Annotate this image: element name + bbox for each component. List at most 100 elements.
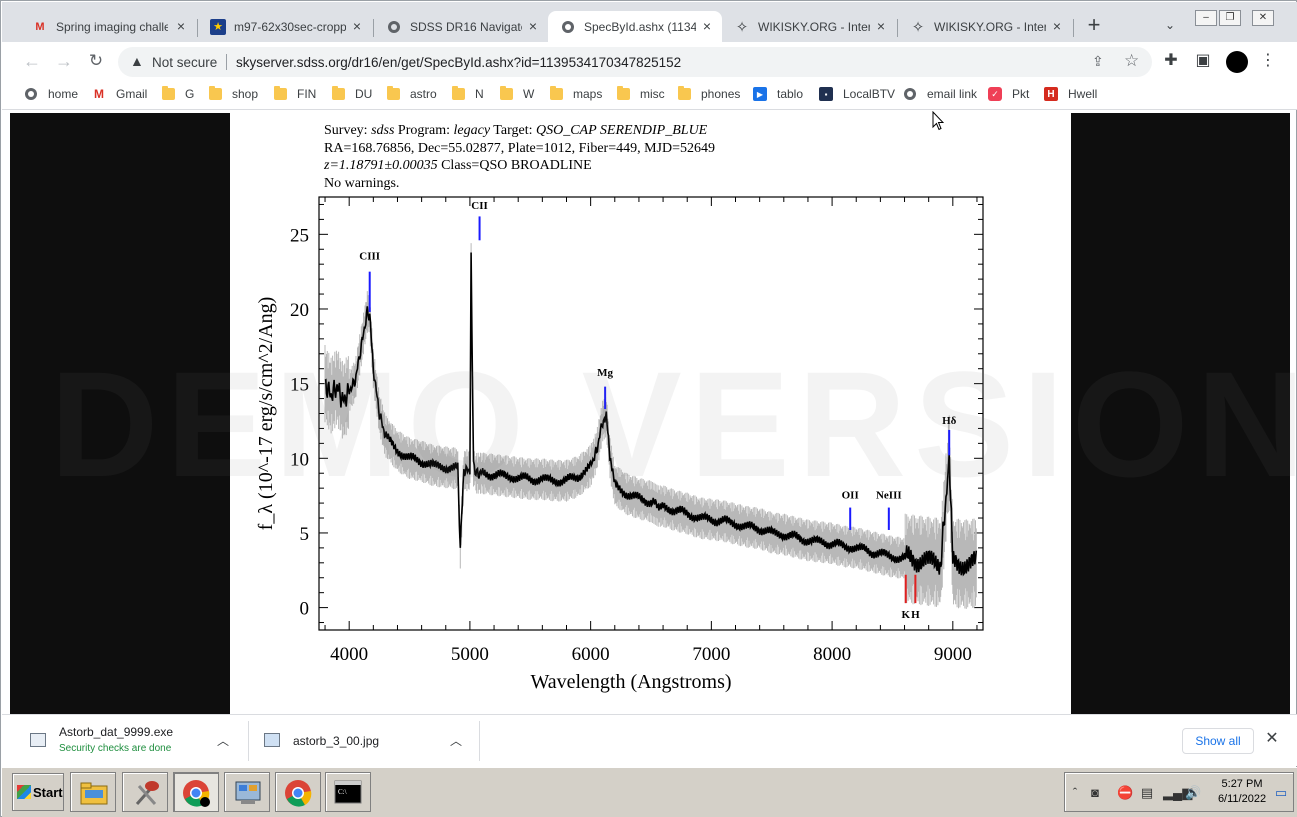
start-button[interactable]: Start <box>12 773 64 811</box>
bookmark-astro[interactable]: astro <box>386 86 437 102</box>
localbtv-icon: ▪ <box>819 87 833 101</box>
tab-4[interactable]: ✧ WIKISKY.ORG - Interac × <box>722 11 896 42</box>
camera-icon[interactable]: ◙ <box>1087 786 1103 800</box>
download-name[interactable]: Astorb_dat_9999.exe <box>59 725 173 739</box>
close-icon[interactable]: × <box>1050 19 1064 33</box>
device-icon[interactable]: ▤ <box>1139 786 1155 800</box>
minimize-button[interactable]: – <box>1195 10 1217 26</box>
bookmarks-bar: home M Gmail G shop FIN DU astro N W maps… <box>2 80 1297 110</box>
profile-avatar[interactable] <box>1226 51 1248 73</box>
bookmark-phones[interactable]: phones <box>677 86 740 102</box>
bookmark-hwell[interactable]: H Hwell <box>1044 86 1097 102</box>
taskbar-cmd-button[interactable]: C:\ <box>325 772 371 812</box>
extensions-puzzle-icon[interactable]: ✚ <box>1162 52 1180 70</box>
bookmark-shop[interactable]: shop <box>208 86 258 102</box>
bookmark-fin[interactable]: FIN <box>273 86 316 102</box>
bookmark-du[interactable]: DU <box>331 86 372 102</box>
taskbar-explorer-button[interactable] <box>70 772 116 812</box>
bookmark-localbtv[interactable]: ▪ LocalBTV <box>819 86 895 102</box>
x-tick-label: 7000 <box>692 644 730 665</box>
tab-title: WIKISKY.ORG - Interac <box>758 19 870 34</box>
bookmark-label: maps <box>573 87 603 101</box>
folder-icon <box>273 86 287 101</box>
back-arrow-icon[interactable]: ← <box>22 52 42 72</box>
chevron-up-icon[interactable]: ︿ <box>217 732 229 749</box>
security-label[interactable]: Not secure <box>152 55 217 70</box>
forward-arrow-icon[interactable]: → <box>54 52 74 72</box>
y-tick-label: 15 <box>290 375 309 396</box>
taskbar-control-panel-button[interactable] <box>224 772 270 812</box>
tablo-icon: ▶ <box>753 87 767 101</box>
bookmark-label: DU <box>355 87 373 101</box>
line-marker-label: Mg <box>597 367 613 379</box>
share-icon[interactable]: ⇪ <box>1092 53 1110 71</box>
show-all-button[interactable]: Show all <box>1182 728 1254 754</box>
download-name[interactable]: astorb_3_00.jpg <box>293 734 379 748</box>
bookmark-label: astro <box>410 87 437 101</box>
close-icon[interactable]: × <box>350 19 364 33</box>
bookmark-gmail[interactable]: M Gmail <box>92 86 147 102</box>
download-status: Security checks are done <box>59 743 172 754</box>
volume-icon[interactable]: 🔊 <box>1185 786 1201 800</box>
tab-2[interactable]: SDSS DR16 Navigate T × <box>374 11 548 42</box>
taskbar-chrome-button[interactable] <box>275 772 321 812</box>
bookmark-email-link[interactable]: email link <box>903 86 977 102</box>
chevron-up-icon[interactable]: ︿ <box>450 732 462 749</box>
tab-5[interactable]: ✧ WIKISKY.ORG - Interac × <box>898 11 1072 42</box>
menu-kebab-icon[interactable]: ⋮ <box>1259 52 1277 70</box>
bookmark-n[interactable]: N <box>451 86 484 102</box>
reload-icon[interactable]: ↻ <box>86 52 106 72</box>
bookmark-star-icon[interactable]: ☆ <box>1124 51 1142 70</box>
line-marker-label: NeIII <box>876 490 902 502</box>
bookmark-home[interactable]: home <box>24 86 78 102</box>
new-tab-button[interactable]: + <box>1084 14 1104 36</box>
close-icon[interactable]: × <box>526 19 540 33</box>
bookmark-misc[interactable]: misc <box>616 86 665 102</box>
folder-icon <box>451 86 465 101</box>
close-icon[interactable]: × <box>874 19 888 33</box>
bookmark-w[interactable]: W <box>499 86 534 102</box>
hwell-icon: H <box>1044 87 1058 101</box>
bookmark-pkt[interactable]: ✓ Pkt <box>988 86 1029 102</box>
chevron-up-icon[interactable]: ˆ <box>1067 786 1083 800</box>
bookmark-g[interactable]: G <box>161 86 194 102</box>
page-content: Survey: sdss Program: legacy Target: QSO… <box>10 113 1297 714</box>
taskbar-chrome-button-active[interactable] <box>173 772 219 812</box>
folder-icon <box>616 86 630 101</box>
close-icon[interactable]: × <box>174 19 188 33</box>
side-panel-icon[interactable]: ▣ <box>1194 52 1212 70</box>
download-item-1[interactable]: astorb_3_00.jpg ︿ <box>264 715 474 767</box>
wikisky-icon: ✧ <box>735 18 749 36</box>
taskbar: Start C:\ ˆ ◙ ⛔ ▤ ▂▄▆ 🔊 5:27 PM 6/11/202… <box>2 767 1297 817</box>
line-marker-label: Hδ <box>942 415 957 427</box>
download-item-0[interactable]: Astorb_dat_9999.exe Security checks are … <box>30 715 240 767</box>
close-icon[interactable]: ✕ <box>1264 731 1280 747</box>
close-window-button[interactable]: ✕ <box>1252 10 1274 26</box>
tab-3[interactable]: SpecById.ashx (1134 × <box>548 11 722 42</box>
bookmark-maps[interactable]: maps <box>549 86 602 102</box>
bookmark-label: G <box>185 87 195 101</box>
globe-icon <box>903 87 917 101</box>
network-signal-icon[interactable]: ▂▄▆ <box>1163 786 1192 800</box>
warning-icon[interactable]: ▲ <box>130 54 144 68</box>
url-text[interactable]: skyserver.sdss.org/dr16/en/get/SpecById.… <box>236 55 681 70</box>
clock-time: 5:27 PM <box>1221 778 1263 790</box>
maximize-button[interactable]: ❐ <box>1219 10 1241 26</box>
tab-title: SDSS DR16 Navigate T <box>410 19 522 34</box>
tab-1[interactable]: ★ m97-62x30sec-croppec × <box>198 11 372 42</box>
bookmark-label: shop <box>232 87 259 101</box>
close-icon[interactable]: × <box>700 19 714 33</box>
toolbar: ← → ↻ ▲ Not secure skyserver.sdss.org/dr… <box>2 42 1297 80</box>
x-axis-label: Wavelength (Angstroms) <box>530 671 731 693</box>
tab-0[interactable]: M Spring imaging challeng × <box>20 11 196 42</box>
clock[interactable]: 5:27 PM 6/11/2022 <box>1213 777 1271 807</box>
taskbar-tools-button[interactable] <box>122 772 168 812</box>
show-desktop-icon[interactable]: ▭ <box>1273 786 1289 800</box>
bookmark-label: tablo <box>777 87 804 101</box>
wikisky-icon: ✧ <box>911 18 925 36</box>
bookmark-tablo[interactable]: ▶ tablo <box>753 86 803 102</box>
security-alert-icon[interactable]: ⛔ <box>1117 786 1133 800</box>
tab-search-chevron-icon[interactable]: ⌄ <box>1162 18 1178 34</box>
address-bar[interactable]: ▲ Not secure skyserver.sdss.org/dr16/en/… <box>118 47 1152 77</box>
globe-icon <box>24 87 38 101</box>
